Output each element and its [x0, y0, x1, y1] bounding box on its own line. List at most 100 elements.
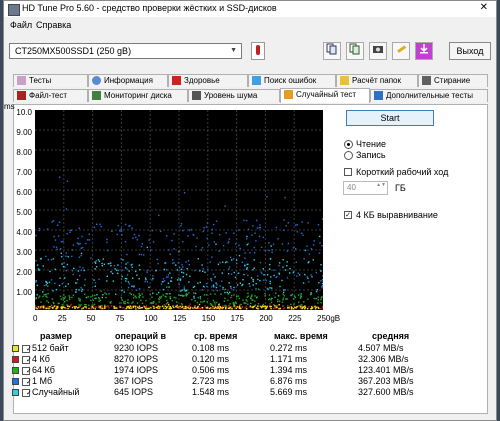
scatter-point	[322, 278, 323, 281]
tab-noise-level[interactable]: Уровень шума	[188, 89, 280, 102]
scatter-point	[136, 289, 138, 291]
scatter-point	[202, 230, 204, 233]
scatter-point	[145, 306, 147, 308]
scatter-point	[35, 298, 37, 300]
series-checkbox[interactable]: ✓	[22, 389, 32, 397]
scatter-point	[101, 262, 103, 265]
copy-icon[interactable]	[323, 42, 341, 60]
cell-rate: 4.507 MB/s	[358, 343, 404, 353]
spinner-arrows-icon[interactable]: ▲▼	[376, 182, 386, 188]
scatter-point	[151, 305, 154, 307]
scatter-point	[215, 306, 217, 308]
scatter-point	[79, 242, 81, 245]
scatter-point	[62, 297, 64, 299]
write-label: Запись	[356, 150, 386, 160]
series-color-swatch	[12, 378, 19, 385]
menu-file[interactable]: Файл	[10, 20, 32, 30]
scatter-point	[122, 259, 124, 261]
scatter-point	[126, 306, 129, 308]
scatter-point	[270, 276, 272, 278]
short-stroke-checkbox[interactable]	[344, 168, 352, 176]
camera-icon[interactable]	[369, 42, 387, 60]
monitor-icon	[92, 91, 101, 100]
scatter-point	[217, 305, 219, 308]
scatter-point	[298, 274, 301, 276]
folder-icon	[340, 76, 349, 85]
scatter-point	[145, 278, 147, 281]
scatter-point	[124, 223, 127, 226]
menu-bar: Файл Справка	[4, 20, 496, 34]
tab-disk-monitor[interactable]: Мониторинг диска	[88, 89, 188, 102]
scatter-point	[85, 307, 88, 310]
scatter-point	[300, 293, 302, 295]
series-checkbox[interactable]: ✓	[22, 356, 32, 364]
wrench-icon[interactable]	[392, 42, 410, 60]
tab-random-access[interactable]: Случайный тест	[280, 88, 370, 103]
series-checkbox[interactable]: ✓	[22, 378, 32, 386]
scatter-point	[190, 229, 193, 231]
align-checkbox[interactable]: ✓	[344, 211, 352, 219]
scatter-point	[215, 220, 218, 222]
scatter-point	[127, 262, 129, 264]
copy-text-icon[interactable]	[346, 42, 364, 60]
scatter-point	[233, 305, 235, 307]
close-icon[interactable]: ✕	[480, 2, 488, 13]
scatter-point	[219, 261, 221, 264]
scatter-point	[198, 303, 201, 306]
scatter-point	[254, 232, 256, 234]
scatter-point	[222, 286, 224, 289]
download-icon[interactable]	[415, 42, 433, 60]
tab-extra-tests[interactable]: Дополнительные тесты	[370, 89, 488, 102]
tab-file-test[interactable]: Файл-тест	[13, 89, 88, 102]
exit-button[interactable]: Выход	[449, 42, 491, 60]
scatter-point	[68, 306, 71, 308]
tab-tests[interactable]: Тесты	[13, 74, 88, 87]
scatter-point	[131, 285, 133, 287]
scatter-point	[116, 233, 118, 236]
scatter-point	[47, 285, 49, 287]
scatter-point	[110, 262, 112, 264]
scatter-point	[170, 280, 172, 282]
scatter-point	[59, 295, 62, 297]
scatter-point	[48, 307, 50, 310]
scatter-point	[315, 271, 317, 274]
scatter-point	[203, 300, 205, 302]
scatter-point	[84, 284, 86, 287]
tab-health[interactable]: Здоровье	[168, 74, 248, 87]
scatter-point	[181, 306, 183, 309]
scatter-point	[317, 224, 320, 226]
tab-erase[interactable]: Стирание	[418, 74, 488, 87]
scatter-point	[252, 225, 254, 227]
scatter-point	[252, 306, 254, 309]
drive-select[interactable]: CT250MX500SSD1 (250 gB) ▼	[9, 43, 242, 59]
scatter-point	[206, 285, 208, 288]
scatter-point	[230, 273, 233, 275]
start-button[interactable]: Start	[346, 110, 434, 126]
series-checkbox[interactable]: ✓	[22, 367, 32, 375]
scatter-point	[181, 294, 184, 297]
scatter-point	[70, 303, 72, 305]
scatter-point	[95, 260, 98, 262]
scatter-point	[125, 263, 127, 265]
scatter-point	[271, 249, 273, 251]
short-stroke-spinner[interactable]: 40 ▲▼	[343, 181, 388, 195]
scatter-point	[245, 219, 248, 222]
file-test-icon	[17, 91, 26, 100]
scatter-point	[45, 284, 47, 286]
scatter-point	[289, 272, 291, 274]
write-radio[interactable]	[344, 151, 353, 160]
scatter-point	[150, 249, 152, 251]
scatter-point	[72, 244, 75, 246]
read-radio[interactable]	[344, 140, 353, 149]
scatter-point	[194, 269, 196, 272]
scatter-point	[314, 305, 316, 307]
series-checkbox[interactable]: ✓	[22, 345, 32, 353]
tab-info[interactable]: Информация	[88, 74, 168, 87]
scatter-point	[271, 287, 273, 289]
menu-help[interactable]: Справка	[36, 20, 71, 30]
tab-error-scan[interactable]: Поиск ошибок	[248, 74, 336, 87]
scatter-point	[82, 267, 84, 269]
tab-folder-usage[interactable]: Расчёт папок	[336, 74, 418, 87]
scatter-point	[270, 305, 272, 308]
scatter-point	[101, 296, 103, 299]
